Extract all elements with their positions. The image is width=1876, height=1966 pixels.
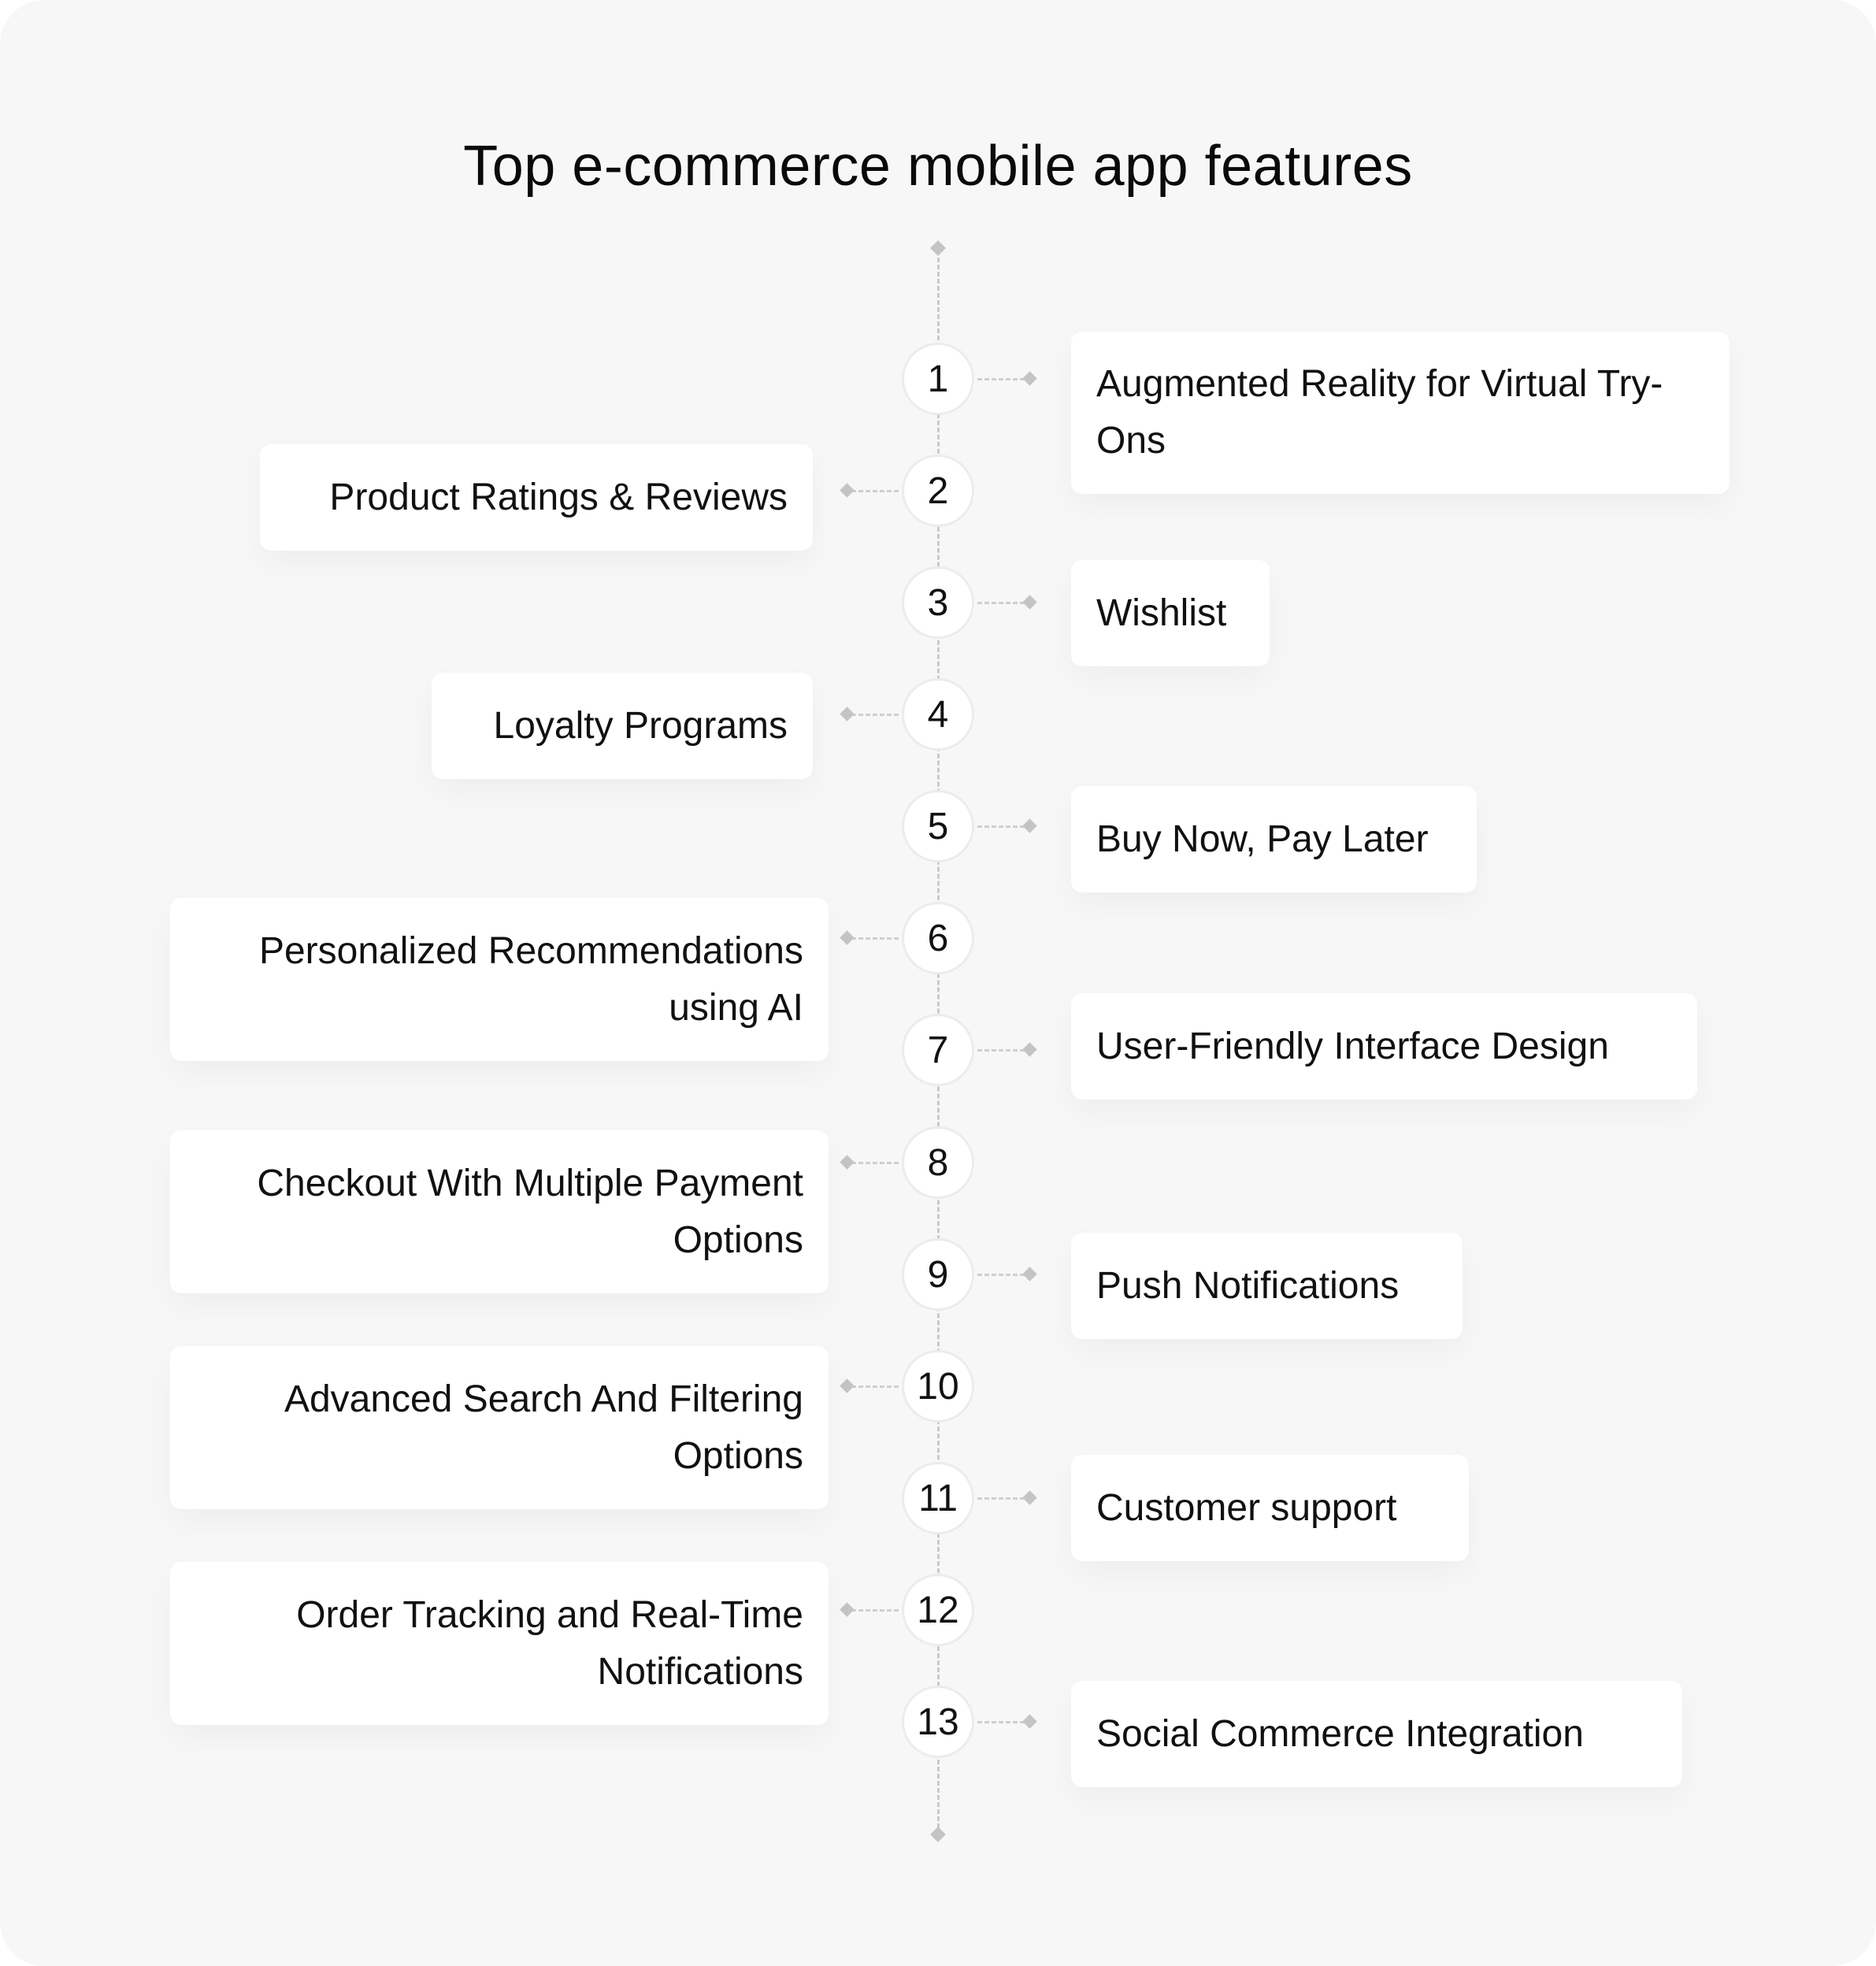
connector-line	[977, 602, 1025, 604]
connector-line	[851, 1162, 899, 1164]
feature-label: Checkout With Multiple Payment Options	[257, 1162, 803, 1261]
step-number-node: 4	[902, 678, 974, 751]
step-number-node: 5	[902, 790, 974, 862]
feature-card: Checkout With Multiple Payment Options	[170, 1130, 829, 1293]
feature-card: Wishlist	[1071, 560, 1270, 666]
feature-card: Augmented Reality for Virtual Try-Ons	[1071, 332, 1730, 494]
step-number-node: 1	[902, 343, 974, 415]
feature-label: Push Notifications	[1096, 1264, 1400, 1307]
feature-card: Advanced Search And Filtering Options	[170, 1346, 829, 1509]
connector-line	[977, 1721, 1025, 1723]
feature-label: Order Tracking and Real-Time Notificatio…	[296, 1593, 803, 1693]
feature-label: Loyalty Programs	[493, 704, 788, 747]
feature-card: Push Notifications	[1071, 1233, 1463, 1339]
feature-label: Augmented Reality for Virtual Try-Ons	[1096, 363, 1663, 462]
feature-label: User-Friendly Interface Design	[1096, 1025, 1609, 1067]
feature-card: Buy Now, Pay Later	[1071, 786, 1477, 892]
connector-line	[851, 1609, 899, 1612]
connector-line	[977, 1497, 1025, 1500]
connector-line	[977, 1049, 1025, 1052]
connector-line	[851, 1385, 899, 1388]
feature-label: Personalized Recommendations using AI	[258, 929, 803, 1029]
feature-card: User-Friendly Interface Design	[1071, 993, 1697, 1100]
connector-line	[851, 714, 899, 716]
feature-label: Product Ratings & Reviews	[329, 476, 788, 518]
step-number-node: 8	[902, 1126, 974, 1199]
step-number-node: 13	[902, 1686, 974, 1758]
connector-line	[851, 937, 899, 940]
feature-label: Buy Now, Pay Later	[1096, 818, 1429, 860]
feature-card: Order Tracking and Real-Time Notificatio…	[170, 1562, 829, 1725]
step-number-node: 2	[902, 454, 974, 527]
feature-card: Loyalty Programs	[432, 673, 813, 779]
feature-card: Product Ratings & Reviews	[260, 444, 813, 551]
feature-label: Advanced Search And Filtering Options	[284, 1378, 803, 1477]
feature-label: Customer support	[1096, 1486, 1397, 1529]
connector-line	[977, 1274, 1025, 1276]
step-number-node: 10	[902, 1350, 974, 1423]
step-number-node: 6	[902, 902, 974, 974]
step-number-node: 9	[902, 1238, 974, 1311]
step-number-node: 12	[902, 1574, 974, 1646]
step-number-node: 3	[902, 566, 974, 639]
connector-line	[977, 825, 1025, 828]
connector-line	[977, 378, 1025, 380]
step-number-node: 7	[902, 1014, 974, 1086]
feature-label: Social Commerce Integration	[1096, 1712, 1584, 1755]
page-title: Top e-commerce mobile app features	[463, 135, 1413, 198]
connector-line	[851, 490, 899, 492]
step-number-node: 11	[902, 1462, 974, 1534]
feature-card: Customer support	[1071, 1455, 1469, 1561]
feature-card: Social Commerce Integration	[1071, 1681, 1682, 1787]
feature-label: Wishlist	[1096, 592, 1227, 634]
feature-card: Personalized Recommendations using AI	[170, 898, 829, 1061]
